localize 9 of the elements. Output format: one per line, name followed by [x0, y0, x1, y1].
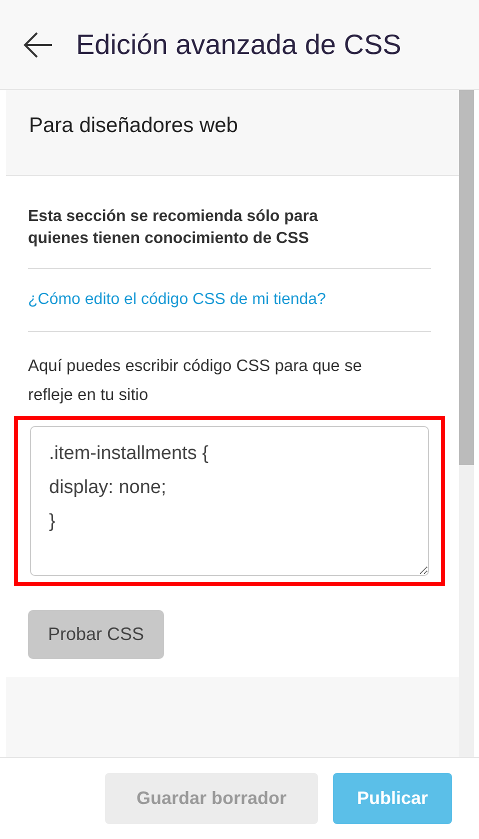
scrollbar-thumb[interactable] — [459, 90, 474, 465]
test-css-button[interactable]: Probar CSS — [28, 610, 164, 659]
editor-label: Aquí puedes escribir código CSS para que se refleje en tu sitio — [28, 356, 363, 406]
help-link[interactable]: ¿Cómo edito el código CSS de mi tienda? — [28, 291, 431, 309]
scrollbar[interactable] — [459, 90, 474, 757]
warning-text: Esta sección se recomienda sólo para quienes tienen conocimiento de CSS — [28, 206, 431, 269]
page-title: Edición avanzada de CSS — [76, 28, 402, 60]
css-code-field[interactable]: .item-installments { display: none; } — [30, 426, 429, 576]
publish-button[interactable]: Publicar — [332, 773, 452, 824]
